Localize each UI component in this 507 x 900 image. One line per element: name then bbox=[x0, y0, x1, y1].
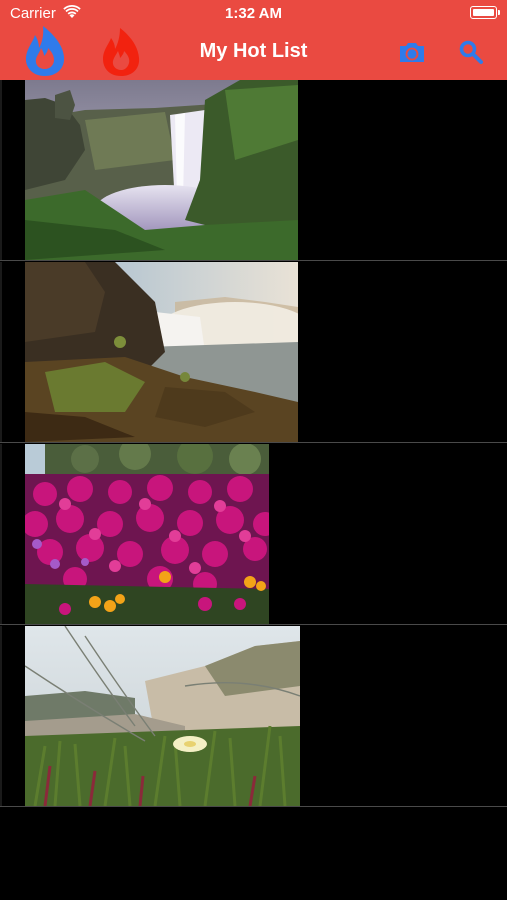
list-item[interactable] bbox=[0, 80, 507, 261]
row-divider bbox=[0, 444, 2, 624]
row-divider bbox=[0, 626, 2, 806]
search-icon[interactable] bbox=[458, 39, 484, 65]
photo-thumbnail-dune-grass-flower[interactable] bbox=[25, 626, 300, 806]
page-title: My Hot List bbox=[199, 40, 308, 62]
photo-thumbnail-waterfall[interactable] bbox=[25, 80, 298, 260]
row-divider bbox=[0, 262, 2, 442]
row-divider bbox=[0, 80, 2, 260]
list-item[interactable] bbox=[0, 444, 507, 625]
photo-thumbnail-pink-flowers[interactable] bbox=[25, 444, 269, 624]
photo-thumbnail-waterfall-coast[interactable] bbox=[25, 262, 298, 442]
navigation-bar: My Hot List bbox=[0, 26, 507, 80]
battery-icon bbox=[470, 6, 500, 19]
camera-switch-icon[interactable] bbox=[398, 40, 426, 64]
app-screen: Carrier 1:32 AM My Hot List bbox=[0, 0, 507, 900]
status-time: 1:32 AM bbox=[225, 5, 282, 22]
photo-list[interactable] bbox=[0, 80, 507, 808]
status-bar: Carrier 1:32 AM bbox=[0, 0, 507, 28]
header: Carrier 1:32 AM My Hot List bbox=[0, 0, 507, 80]
list-item[interactable] bbox=[0, 626, 507, 807]
list-item[interactable] bbox=[0, 262, 507, 443]
